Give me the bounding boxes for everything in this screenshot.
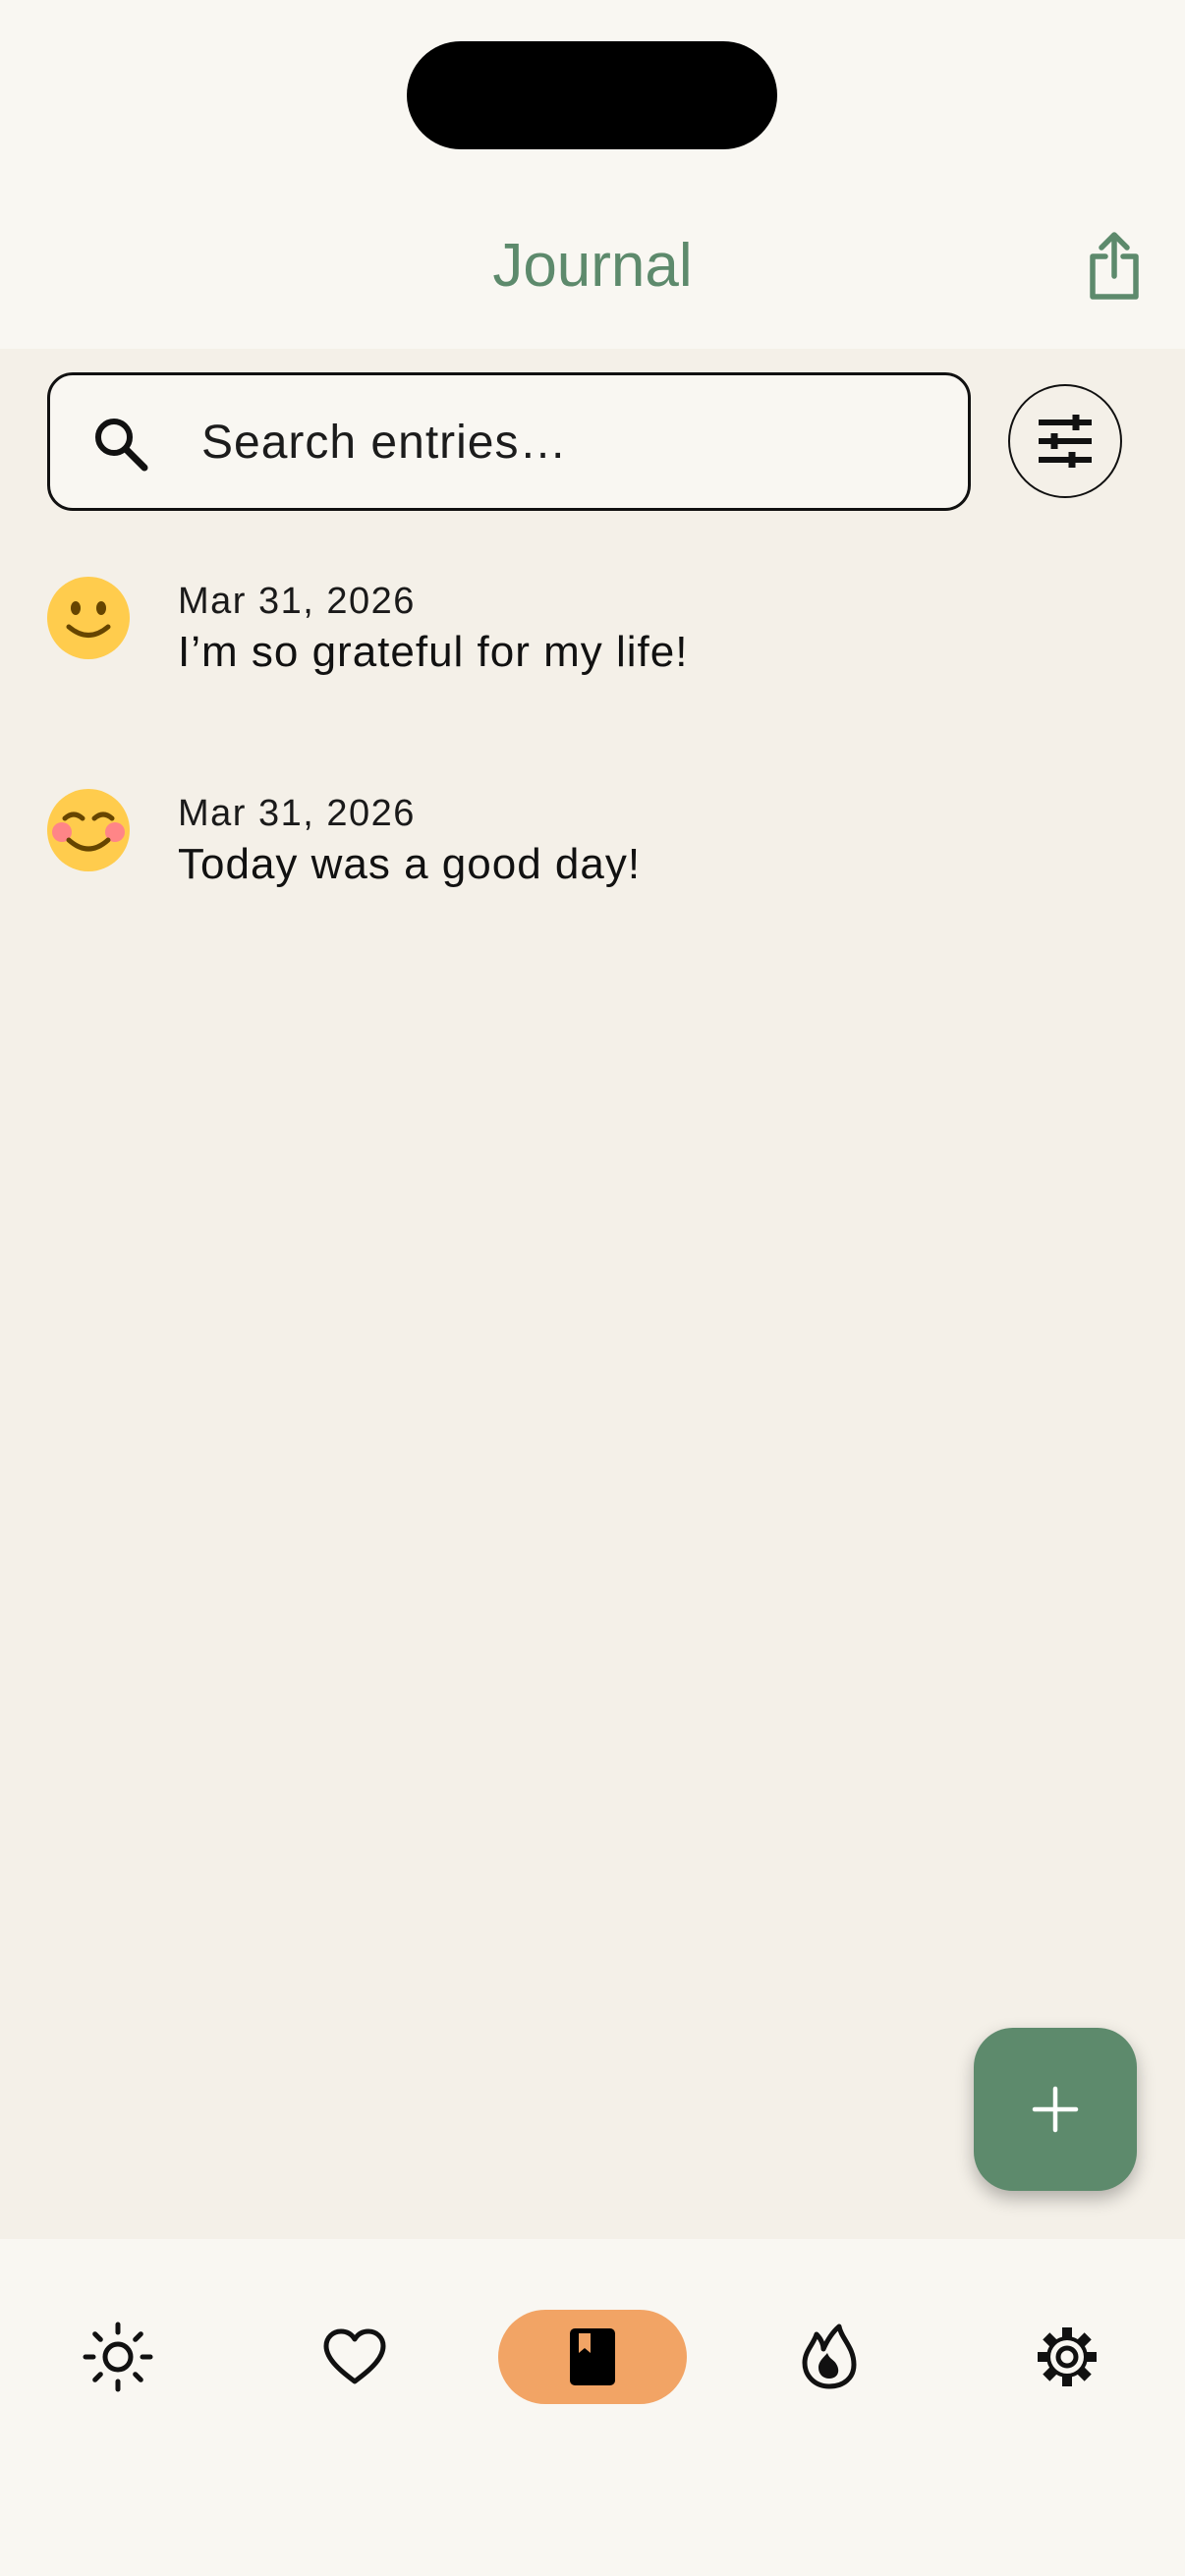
gear-icon [1038,2327,1097,2386]
journal-entry[interactable]: Mar 31, 2026 I’m so grateful for my life… [0,577,1185,724]
search-input[interactable] [201,397,929,487]
entry-date: Mar 31, 2026 [178,581,416,622]
sliders-icon [1039,415,1092,468]
search-icon [95,419,148,472]
journal-book-icon [570,2328,615,2385]
filter-button[interactable] [1008,384,1122,498]
nav-item-today[interactable] [59,2310,177,2404]
smiling-face-with-blush-icon [47,789,130,871]
add-entry-button[interactable] [974,2028,1137,2191]
entry-text: I’m so grateful for my life! [178,628,689,676]
nav-item-gratitude[interactable] [296,2310,414,2404]
heart-icon [323,2328,386,2384]
search-bar [47,372,971,511]
entry-date: Mar 31, 2026 [178,793,416,834]
share-icon [1090,232,1139,300]
page-title: Journal [492,232,693,300]
flame-icon [802,2324,857,2389]
dynamic-island [407,41,777,149]
slightly-smiling-face-icon [47,577,130,659]
app-header: Journal [0,0,1185,349]
nav-item-settings[interactable] [1008,2310,1126,2404]
sun-icon [83,2322,153,2392]
bottom-nav [0,2239,1185,2576]
share-button[interactable] [1077,224,1152,308]
journal-entry[interactable]: Mar 31, 2026 Today was a good day! [0,789,1185,936]
nav-item-journal[interactable] [498,2310,687,2404]
plus-icon [1032,2086,1079,2133]
nav-item-streaks[interactable] [770,2310,888,2404]
entry-text: Today was a good day! [178,840,642,888]
